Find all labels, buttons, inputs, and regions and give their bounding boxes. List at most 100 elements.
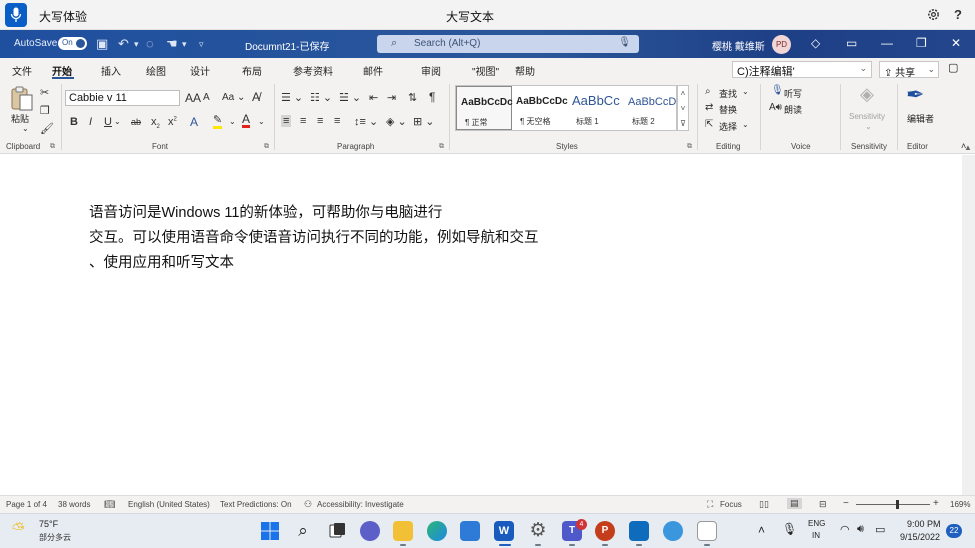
page-count[interactable]: Page 1 of 4 — [6, 500, 47, 509]
align-right-icon[interactable]: ≡ — [317, 115, 323, 127]
sort-icon[interactable]: ⇅ — [408, 91, 417, 104]
zoom-in-icon[interactable]: + — [933, 498, 939, 509]
superscript-button[interactable]: x2 — [168, 116, 177, 128]
borders-icon[interactable]: ⊞ ⌄ — [413, 115, 435, 128]
edge-icon[interactable] — [427, 521, 447, 541]
show-formatting-button[interactable]: ¶ — [429, 90, 435, 104]
dictate-button[interactable]: 听写 — [784, 87, 802, 100]
input-region[interactable]: IN — [812, 531, 820, 540]
clear-formatting-icon[interactable]: A̸ — [252, 90, 260, 104]
select-dropdown-icon[interactable]: ⌄ — [742, 120, 749, 129]
search-microphone-icon[interactable]: 🎙︎ — [618, 37, 631, 48]
settings-icon[interactable]: ⚙ — [528, 521, 548, 541]
print-layout-icon[interactable]: ▤ — [787, 498, 802, 509]
cut-icon[interactable]: ✂ — [40, 86, 49, 99]
language-status[interactable]: English (United States) — [128, 500, 210, 509]
more-styles-icon[interactable]: ⊽ — [678, 116, 688, 131]
highlight-icon[interactable]: ✎ — [213, 115, 223, 129]
voice-mic-button[interactable] — [5, 3, 27, 27]
clock-date[interactable]: 9/15/2022 — [900, 532, 940, 542]
subscript-button[interactable]: x2 — [151, 116, 160, 130]
increase-indent-icon[interactable]: ⇥ — [387, 91, 396, 104]
task-view-icon[interactable] — [327, 521, 347, 541]
focus-icon[interactable]: ⛶ — [707, 499, 713, 510]
document-canvas[interactable]: 语音访问是Windows 11的新体验，可帮助你与电脑进行 交互。可以使用语音命… — [0, 155, 962, 495]
style-no-spacing[interactable]: AaBbCcDc ¶ 无空格 — [512, 86, 568, 130]
touch-mode-icon[interactable]: ☚ — [166, 36, 178, 52]
numbering-icon[interactable]: ☷ ⌄ — [310, 91, 332, 104]
redo-icon[interactable]: ◌ — [146, 36, 154, 51]
save-icon[interactable]: ▣ — [96, 36, 108, 52]
search-box[interactable]: ⌕ Search (Alt+Q) 🎙︎ — [377, 35, 639, 53]
font-launcher-icon[interactable]: ⧉ — [264, 143, 269, 151]
underline-button[interactable]: U — [104, 116, 112, 128]
start-icon[interactable] — [260, 521, 280, 541]
shrink-font-icon[interactable]: A — [203, 92, 210, 103]
styles-scroll[interactable]: ˄ ˅ ⊽ — [677, 85, 689, 131]
close-icon[interactable]: ✕ — [951, 36, 961, 50]
snipping-tool-icon[interactable] — [697, 521, 717, 541]
change-case-icon[interactable]: Aa ⌄ — [222, 92, 245, 103]
line-spacing-icon[interactable]: ↕≡ ⌄ — [354, 115, 378, 128]
read-aloud-button[interactable]: 朗读 — [784, 103, 802, 116]
align-left-icon[interactable]: ≡ — [281, 115, 292, 127]
scroll-up-icon[interactable]: ▲ — [964, 143, 972, 152]
tab-references[interactable]: 参考资料 — [293, 63, 333, 78]
tab-mailings[interactable]: 邮件 — [363, 63, 383, 78]
weather-temperature[interactable]: 75°F — [39, 519, 58, 529]
bold-button[interactable]: B — [70, 116, 78, 128]
text-effects-icon[interactable]: A — [190, 115, 198, 129]
weather-description[interactable]: 部分多云 — [39, 532, 71, 543]
strikethrough-button[interactable]: ab — [131, 117, 141, 127]
user-name[interactable]: 樱桃 戴维斯 — [712, 38, 765, 53]
customize-qat-icon[interactable]: ▿ — [199, 39, 204, 50]
tab-review[interactable]: 审阅 — [421, 63, 441, 78]
decrease-indent-icon[interactable]: ⇤ — [369, 91, 378, 104]
paste-icon[interactable] — [10, 86, 34, 112]
zoom-slider[interactable] — [856, 504, 930, 505]
dictate-icon[interactable]: 🎙︎ — [771, 85, 784, 96]
format-painter-icon[interactable]: 🖌︎ — [40, 122, 54, 135]
accessibility-icon[interactable]: ⚇ — [304, 499, 312, 510]
read-mode-icon[interactable]: ▯▯ — [759, 499, 769, 510]
styles-launcher-icon[interactable]: ⧉ — [687, 143, 692, 151]
chevron-down-icon[interactable]: ˅ — [678, 101, 688, 116]
document-line[interactable]: 、使用应用和听写文本 — [89, 251, 609, 276]
style-heading-2[interactable]: AaBbCcD 标题 2 — [624, 86, 676, 130]
file-explorer-icon[interactable] — [393, 521, 413, 541]
avatar[interactable]: PD — [772, 35, 791, 54]
share-button[interactable]: ⇪ 共享 ⌄ — [879, 61, 939, 79]
font-color-icon[interactable]: A — [242, 113, 251, 128]
notification-badge[interactable]: 22 — [946, 524, 962, 538]
document-line[interactable]: 语音访问是Windows 11的新体验，可帮助你与电脑进行 — [89, 201, 609, 226]
vertical-scrollbar[interactable]: ▲ — [962, 143, 975, 495]
undo-dropdown-icon[interactable]: ▾ — [134, 39, 139, 50]
find-button[interactable]: 查找 — [719, 87, 737, 100]
tab-design[interactable]: 设计 — [190, 63, 210, 78]
grow-font-icon[interactable]: AA — [185, 91, 201, 105]
word-count[interactable]: 38 words — [58, 500, 90, 509]
copy-icon[interactable]: ❐ — [40, 104, 50, 117]
tab-draw[interactable]: 绘图 — [146, 63, 166, 78]
paste-dropdown-icon[interactable]: ⌄ — [22, 124, 29, 133]
font-name-field[interactable]: Cabbie v 11 — [65, 90, 180, 106]
wifi-icon[interactable]: ◠ — [840, 523, 850, 536]
powerpoint-icon[interactable]: P — [595, 521, 615, 541]
underline-dropdown-icon[interactable]: ⌄ — [114, 117, 121, 126]
text-predictions-status[interactable]: Text Predictions: On — [220, 500, 292, 509]
share-dropdown-icon[interactable]: ⌄ — [927, 64, 935, 75]
weather-icon[interactable]: ⛅︎ — [12, 521, 25, 539]
chevron-up-icon[interactable]: ˄ — [678, 86, 688, 101]
comments-icon[interactable]: ▢ — [948, 61, 958, 74]
bullets-icon[interactable]: ☰ ⌄ — [281, 91, 303, 104]
minimize-icon[interactable]: — — [881, 36, 893, 50]
find-dropdown-icon[interactable]: ⌄ — [742, 87, 749, 96]
tab-help[interactable]: 帮助 — [515, 63, 535, 78]
zoom-slider-thumb[interactable] — [895, 500, 899, 509]
shading-icon[interactable]: ◈ ⌄ — [386, 115, 407, 128]
tab-file[interactable]: 文件 — [12, 63, 32, 78]
volume-icon[interactable]: 🔊︎ — [857, 523, 864, 536]
document-body[interactable]: 语音访问是Windows 11的新体验，可帮助你与电脑进行 交互。可以使用语音命… — [89, 201, 609, 276]
undo-icon[interactable]: ↶ — [118, 36, 129, 52]
font-color-dropdown-icon[interactable]: ⌄ — [258, 117, 265, 126]
